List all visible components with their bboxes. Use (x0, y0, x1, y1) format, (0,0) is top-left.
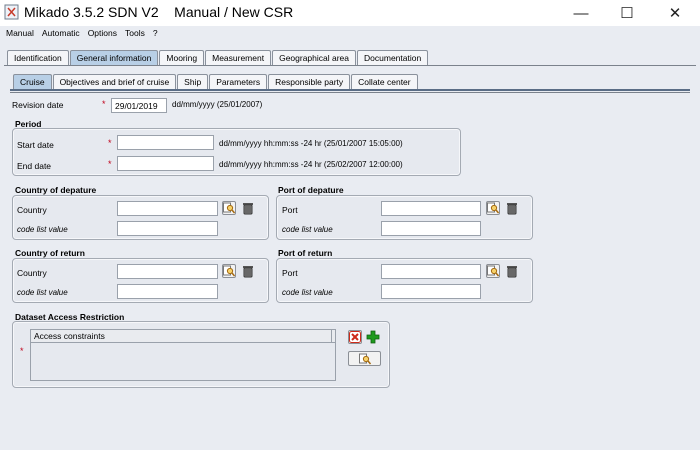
port-return-input[interactable] (381, 264, 481, 279)
trash-icon (243, 203, 253, 215)
close-icon: ✕ (668, 5, 682, 22)
tab-divider (4, 65, 696, 66)
access-constraints-header: Access constraints (31, 330, 335, 343)
revision-date-input[interactable]: 29/01/2019 (111, 98, 167, 113)
menu-automatic[interactable]: Automatic (41, 28, 81, 42)
menu-options[interactable]: Options (87, 28, 118, 42)
tab-parameters[interactable]: Parameters (209, 74, 268, 89)
country-return-code-input[interactable] (117, 284, 218, 299)
minimize-button[interactable]: — (558, 2, 604, 24)
port-departure-search-button[interactable] (486, 201, 500, 215)
required-marker: * (108, 159, 112, 169)
country-departure-search-button[interactable] (222, 201, 236, 215)
trash-icon (243, 266, 253, 278)
tab-collate-center[interactable]: Collate center (351, 74, 418, 89)
end-date-hint: dd/mm/yyyy hh:mm:ss -24 hr (25/02/2007 1… (219, 160, 403, 169)
search-icon (223, 265, 235, 277)
search-icon (487, 202, 499, 214)
country-departure-input[interactable] (117, 201, 218, 216)
menu-bar: Manual Automatic Options Tools ? (0, 28, 700, 42)
country-departure-code-input[interactable] (117, 221, 218, 236)
access-constraints-column-label: Access constraints (34, 331, 105, 341)
revision-date-label: Revision date (12, 100, 64, 110)
sub-tab-bar: Cruise Objectives and brief of cruise Sh… (13, 74, 419, 89)
tab-geographical-area[interactable]: Geographical area (272, 50, 357, 65)
port-return-label: Port (282, 268, 298, 278)
app-icon (4, 4, 19, 20)
maximize-icon: ☐ (620, 5, 634, 22)
end-date-label: End date (17, 161, 52, 171)
port-departure-input[interactable] (381, 201, 481, 216)
add-constraint-button[interactable] (366, 330, 380, 344)
tab-ship[interactable]: Ship (177, 74, 209, 89)
port-return-search-button[interactable] (486, 264, 500, 278)
close-button[interactable]: ✕ (652, 2, 698, 24)
window-title: Mikado 3.5.2 SDN V2 Manual / New CSR (24, 4, 294, 20)
title-bar: Mikado 3.5.2 SDN V2 Manual / New CSR — ☐… (0, 0, 700, 26)
start-date-hint: dd/mm/yyyy hh:mm:ss -24 hr (25/01/2007 1… (219, 139, 403, 148)
port-departure-clear-button[interactable] (506, 201, 518, 215)
add-icon (366, 330, 380, 344)
browse-constraints-button[interactable] (348, 351, 381, 366)
end-date-input[interactable] (117, 156, 214, 171)
required-marker: * (20, 346, 24, 356)
main-tab-bar: Identification General information Moori… (7, 50, 429, 65)
country-departure-title: Country of depature (15, 185, 97, 195)
tab-documentation[interactable]: Documentation (357, 50, 429, 65)
delete-icon (349, 331, 361, 343)
port-return-clear-button[interactable] (506, 264, 518, 278)
sub-tab-divider (10, 89, 690, 91)
port-return-code-label: code list value (282, 288, 333, 297)
port-return-title: Port of return (278, 248, 333, 258)
maximize-button[interactable]: ☐ (604, 2, 650, 24)
access-constraints-table[interactable]: Access constraints (30, 329, 336, 381)
start-date-label: Start date (17, 140, 54, 150)
country-return-code-label: code list value (17, 288, 68, 297)
country-return-clear-button[interactable] (242, 264, 254, 278)
tab-cruise[interactable]: Cruise (13, 74, 52, 89)
country-return-input[interactable] (117, 264, 218, 279)
required-marker: * (108, 138, 112, 148)
trash-icon (507, 203, 517, 215)
country-departure-clear-button[interactable] (242, 201, 254, 215)
minimize-icon: — (573, 4, 589, 22)
country-return-title: Country of return (15, 248, 85, 258)
tab-measurement[interactable]: Measurement (205, 50, 272, 65)
port-return-code-input[interactable] (381, 284, 481, 299)
delete-constraint-button[interactable] (348, 330, 362, 344)
port-departure-code-label: code list value (282, 225, 333, 234)
start-date-input[interactable] (117, 135, 214, 150)
menu-manual[interactable]: Manual (5, 28, 35, 42)
search-icon (358, 353, 371, 364)
tab-mooring[interactable]: Mooring (159, 50, 205, 65)
country-return-search-button[interactable] (222, 264, 236, 278)
tab-general-information[interactable]: General information (69, 50, 159, 65)
revision-date-hint: dd/mm/yyyy (25/01/2007) (172, 100, 263, 109)
country-departure-code-label: code list value (17, 225, 68, 234)
country-departure-label: Country (17, 205, 47, 215)
port-departure-title: Port of depature (278, 185, 344, 195)
trash-icon (507, 266, 517, 278)
tab-objectives[interactable]: Objectives and brief of cruise (52, 74, 177, 89)
search-icon (223, 202, 235, 214)
sub-tab-divider-lower (10, 92, 690, 93)
required-marker: * (102, 99, 106, 109)
port-departure-label: Port (282, 205, 298, 215)
tab-responsible-party[interactable]: Responsible party (268, 74, 351, 89)
menu-tools[interactable]: Tools (124, 28, 146, 42)
menu-help[interactable]: ? (152, 28, 159, 42)
port-departure-code-input[interactable] (381, 221, 481, 236)
search-icon (487, 265, 499, 277)
country-return-label: Country (17, 268, 47, 278)
tab-identification[interactable]: Identification (7, 50, 69, 65)
